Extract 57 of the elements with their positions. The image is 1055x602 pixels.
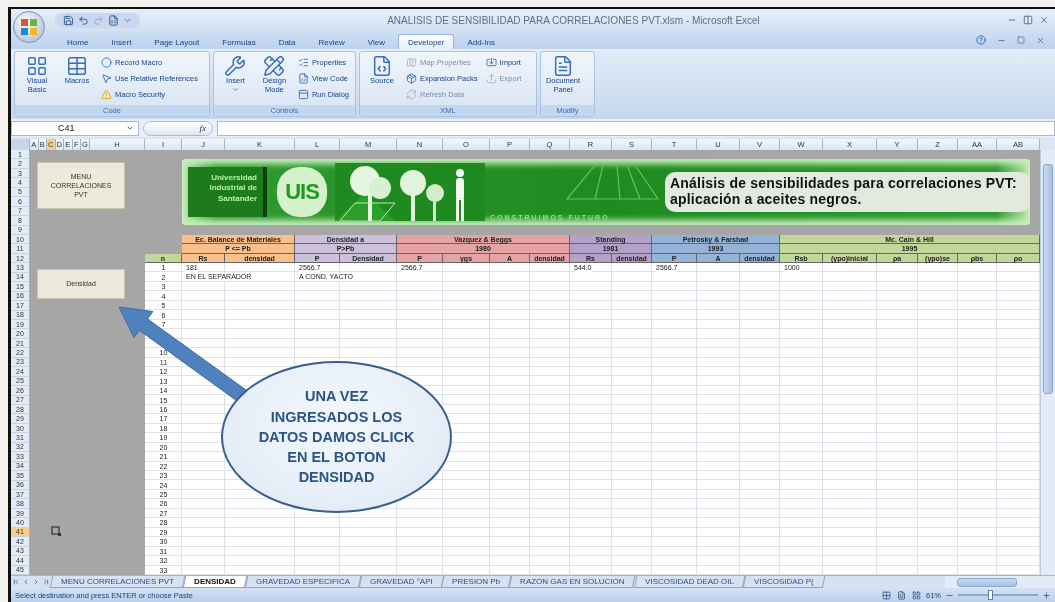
warning-icon xyxy=(101,89,112,100)
ribbon-tab[interactable]: Data xyxy=(268,34,306,49)
ribbon-tab[interactable]: Page Layout xyxy=(144,34,210,49)
sheet-icon[interactable] xyxy=(108,14,119,26)
window-title: ANALISIS DE SENSIBILIDAD PARA CORRELACIONES PVT.xlsm - Microsoft Excel xyxy=(386,14,761,26)
maximize-icon[interactable] xyxy=(1023,15,1033,25)
ribbon-tab[interactable]: Formulas xyxy=(212,34,266,49)
wrench-icon xyxy=(224,55,247,77)
save-icon[interactable] xyxy=(63,14,74,26)
ribbon-tab[interactable]: Developer xyxy=(398,34,455,49)
zoom-thumb[interactable] xyxy=(988,590,993,600)
window-icon xyxy=(297,89,309,100)
logo-icon xyxy=(19,17,39,37)
ribbon-tab[interactable]: View xyxy=(357,34,395,49)
checklist-icon xyxy=(297,57,309,68)
ribbon-tab[interactable]: Insert xyxy=(101,34,142,49)
last-sheet-icon[interactable] xyxy=(41,576,51,588)
university-logo: UIS xyxy=(277,167,327,217)
package-icon xyxy=(406,73,417,84)
grid-icon xyxy=(26,55,48,77)
upload-icon xyxy=(485,73,497,84)
university-name: Universidad Industrial de Santander xyxy=(188,167,267,217)
help-icon[interactable] xyxy=(976,35,986,45)
callout-text: UNA VEZ INGRESADOS LOS DATOS DAMOS CLICK EN EL BOTON DENSIDAD xyxy=(258,387,415,488)
name-box[interactable]: C41 xyxy=(11,120,139,136)
first-sheet-icon[interactable] xyxy=(11,576,21,588)
refresh-icon xyxy=(406,89,417,100)
headline: Análisis de sensibilidades para correlaciones PVT: aplicación a aceites negros. xyxy=(665,172,1030,212)
pencil-ruler-icon xyxy=(263,55,286,77)
vertical-scrollbar[interactable] xyxy=(1040,150,1055,575)
horizontal-scrollbar[interactable] xyxy=(945,576,1055,588)
circle-icon xyxy=(101,57,112,68)
code-file-icon xyxy=(297,73,309,84)
caret-icon xyxy=(231,85,239,93)
ribbon-tab[interactable]: Review xyxy=(308,34,355,49)
map-icon xyxy=(406,57,417,68)
cursor-icon xyxy=(101,73,112,84)
close-icon[interactable] xyxy=(1036,35,1045,45)
undo-icon[interactable] xyxy=(78,14,89,26)
restore-icon[interactable] xyxy=(1017,36,1025,44)
plus-icon xyxy=(1042,590,1051,600)
table-icon xyxy=(66,55,88,77)
ribbon-tab[interactable]: Home xyxy=(57,34,99,49)
close-icon[interactable] xyxy=(1039,15,1049,25)
zoom-in-button[interactable] xyxy=(1042,590,1051,600)
formula-input[interactable] xyxy=(217,120,1055,136)
sheet-tab[interactable]: DENSIDAD xyxy=(182,576,247,588)
page-icon[interactable] xyxy=(896,590,907,600)
caret-icon xyxy=(126,124,134,132)
ribbon-tab[interactable]: Add-Ins xyxy=(457,34,506,49)
selection-icon xyxy=(51,526,61,536)
document-icon xyxy=(552,55,574,77)
grid-icon[interactable] xyxy=(881,590,892,600)
code-file-icon xyxy=(371,55,393,77)
page-break-icon[interactable] xyxy=(911,590,922,600)
import-icon xyxy=(485,57,497,68)
function-button[interactable]: fx xyxy=(143,120,213,136)
